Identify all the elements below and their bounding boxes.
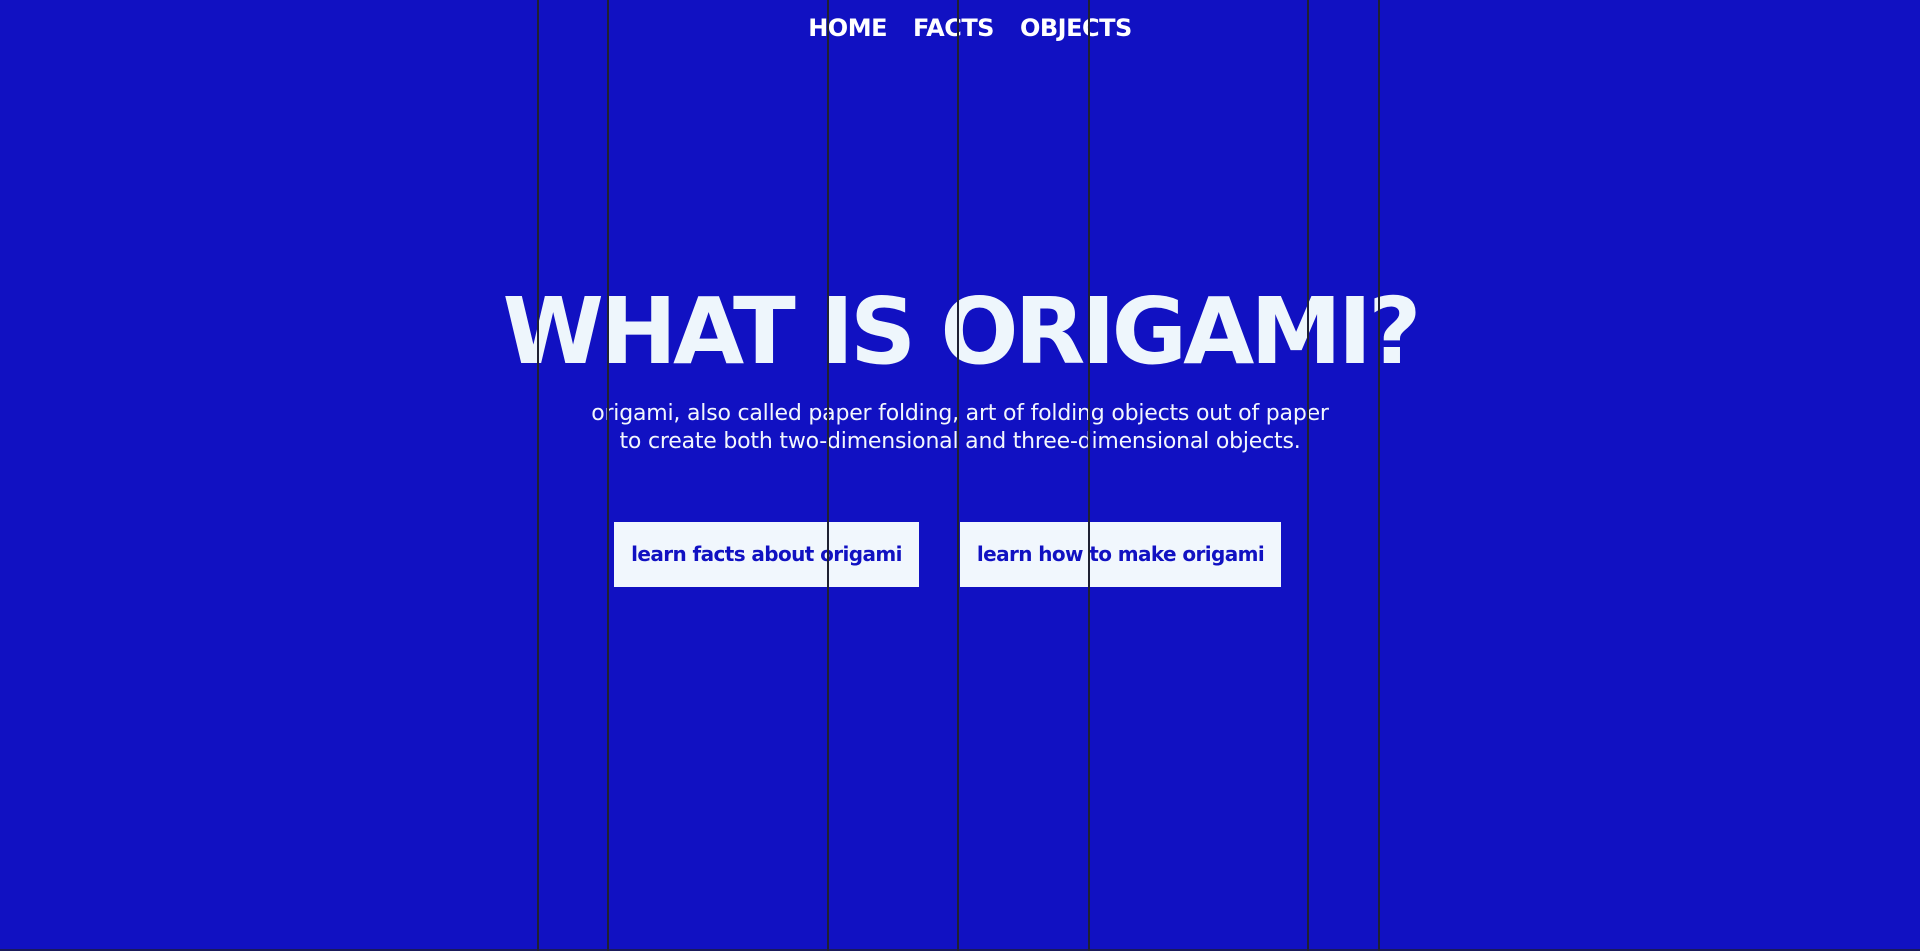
learn-make-button[interactable]: learn how to make origami xyxy=(960,522,1281,587)
overlay-line xyxy=(1088,0,1090,951)
overlay-line xyxy=(537,0,539,951)
hero-buttons: learn facts about origami learn how to m… xyxy=(0,522,1920,587)
nav-home-link[interactable]: HOME xyxy=(808,12,887,44)
nav-facts-link[interactable]: FACTS xyxy=(913,12,994,44)
page: HOME FACTS OBJECTS WHAT IS ORIGAMI? orig… xyxy=(0,0,1920,951)
hero-section: WHAT IS ORIGAMI? origami, also called pa… xyxy=(0,282,1920,456)
overlay-line xyxy=(1378,0,1380,951)
overlay-line xyxy=(827,0,829,951)
overlay-line xyxy=(957,0,959,951)
hero-subtitle: origami, also called paper folding, art … xyxy=(591,401,1329,454)
hero-title: WHAT IS ORIGAMI? xyxy=(502,278,1422,385)
learn-facts-button[interactable]: learn facts about origami xyxy=(614,522,919,587)
overlay-line xyxy=(607,0,609,951)
main-nav: HOME FACTS OBJECTS xyxy=(0,12,1920,44)
overlay-line xyxy=(1307,0,1309,951)
nav-objects-link[interactable]: OBJECTS xyxy=(1020,12,1132,44)
